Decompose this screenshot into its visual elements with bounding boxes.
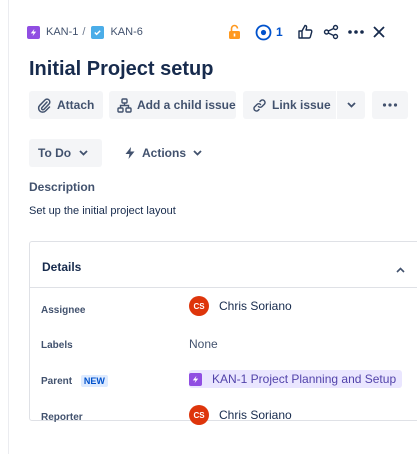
chevron-down-icon <box>79 150 88 156</box>
paperclip-icon <box>37 97 51 113</box>
link-icon <box>253 98 266 112</box>
issue-header-bar: KAN-1 / KAN-6 1 <box>27 22 417 42</box>
breadcrumb: KAN-1 / KAN-6 <box>27 25 143 39</box>
description-text[interactable]: Set up the initial project layout <box>29 205 176 217</box>
assignee-field[interactable]: CS Chris Soriano <box>189 296 292 316</box>
close-icon[interactable] <box>372 22 386 42</box>
assignee-label: Assignee <box>41 305 86 316</box>
description-heading: Description <box>29 180 96 194</box>
parent-label-text: Parent <box>41 376 73 387</box>
lightning-icon <box>125 147 135 159</box>
link-issue-label: Link issue <box>272 98 331 112</box>
more-actions-button[interactable] <box>372 91 408 119</box>
issue-title[interactable]: Initial Project setup <box>29 58 213 81</box>
link-issue-button[interactable]: Link issue <box>243 91 336 119</box>
labels-field[interactable]: None <box>189 337 218 351</box>
reporter-field[interactable]: CS Chris Soriano <box>189 405 292 425</box>
status-dropdown[interactable]: To Do <box>29 139 102 167</box>
new-badge: NEW <box>80 375 108 387</box>
details-heading: Details <box>42 260 82 274</box>
breadcrumb-current-link[interactable]: KAN-6 <box>110 26 142 38</box>
chevron-down-icon <box>193 150 202 156</box>
parent-value: KAN-1 Project Planning and Setup <box>212 372 397 386</box>
watch-count: 1 <box>276 25 283 39</box>
reporter-label: Reporter <box>41 412 83 423</box>
link-issue-dropdown-button[interactable] <box>337 91 365 119</box>
labels-label: Labels <box>41 340 73 351</box>
ellipsis-icon <box>382 103 398 107</box>
add-child-issue-button[interactable]: Add a child issue <box>109 91 236 119</box>
labels-value: None <box>189 337 218 351</box>
parent-chip[interactable]: KAN-1 Project Planning and Setup <box>189 370 403 388</box>
avatar: CS <box>189 296 209 316</box>
epic-icon <box>27 25 40 39</box>
attach-label: Attach <box>57 98 95 112</box>
eye-icon <box>255 24 272 40</box>
breadcrumb-separator: / <box>82 26 86 38</box>
actions-label: Actions <box>142 146 187 160</box>
issue-toolbar: 1 <box>228 22 386 42</box>
status-label: To Do <box>38 146 72 160</box>
chevron-down-icon <box>346 102 356 108</box>
share-icon[interactable] <box>323 22 339 42</box>
panel-left-border <box>8 0 9 454</box>
parent-field[interactable]: KAN-1 Project Planning and Setup <box>189 370 403 388</box>
breadcrumb-parent-link[interactable]: KAN-1 <box>46 26 78 38</box>
epic-icon <box>189 372 202 386</box>
child-issue-icon <box>117 97 132 113</box>
avatar: CS <box>189 405 209 425</box>
parent-label: Parent NEW <box>41 375 108 387</box>
more-options-icon[interactable] <box>347 22 365 42</box>
lock-icon[interactable] <box>228 22 241 42</box>
details-header[interactable]: Details <box>30 242 417 288</box>
like-icon[interactable] <box>297 22 313 42</box>
actions-dropdown[interactable]: Actions <box>116 139 210 167</box>
chevron-up-icon[interactable] <box>396 260 405 278</box>
reporter-name: Chris Soriano <box>219 408 292 422</box>
attach-button[interactable]: Attach <box>29 91 103 119</box>
assignee-name: Chris Soriano <box>219 299 292 313</box>
add-child-label: Add a child issue <box>137 98 236 112</box>
task-icon <box>91 25 105 39</box>
watch-button[interactable]: 1 <box>255 22 283 42</box>
details-panel: Details Assignee CS Chris Soriano Labels… <box>29 241 417 425</box>
